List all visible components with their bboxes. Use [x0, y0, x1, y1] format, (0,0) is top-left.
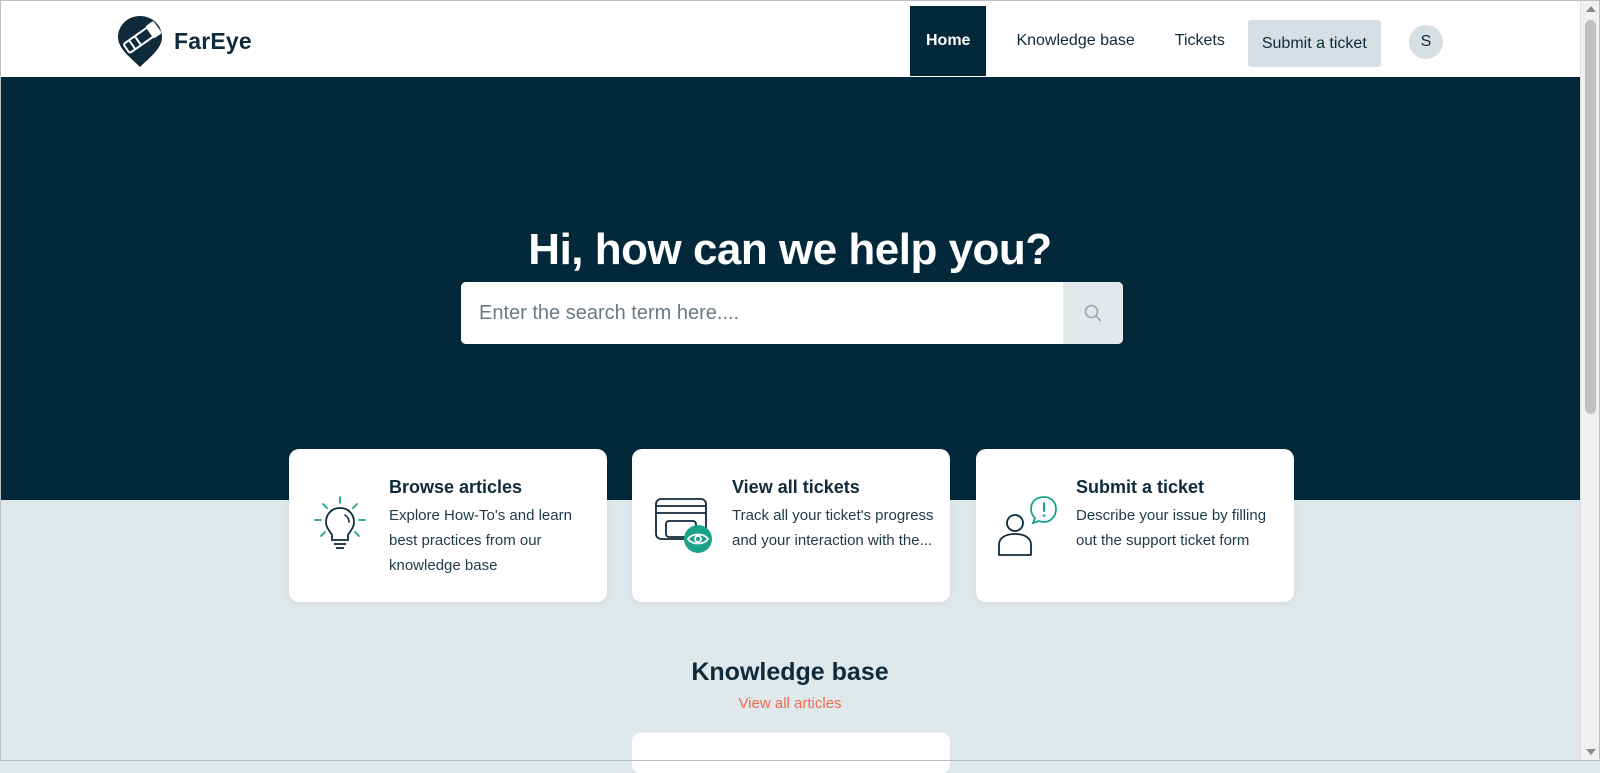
- top-header: FarEye Home Knowledge base Tickets Submi…: [0, 0, 1580, 78]
- tickets-eye-icon: [655, 498, 712, 553]
- nav-home[interactable]: Home: [910, 6, 987, 76]
- search-button[interactable]: [1063, 282, 1123, 344]
- card-submit-ticket[interactable]: Submit a ticket Describe your issue by f…: [976, 449, 1294, 602]
- nav-knowledge-base[interactable]: Knowledge base: [996, 6, 1154, 76]
- card-view-tickets[interactable]: View all tickets Track all your ticket's…: [632, 449, 950, 602]
- scrollbar-thumb[interactable]: [1585, 20, 1596, 414]
- brand-logo[interactable]: FarEye: [116, 14, 252, 68]
- view-all-articles-link[interactable]: View all articles: [0, 695, 1580, 712]
- hero-section: Hi, how can we help you?: [0, 77, 1580, 500]
- card-title: View all tickets: [732, 477, 860, 497]
- search-box: [461, 282, 1123, 344]
- card-description: Track all your ticket's progress and you…: [732, 507, 934, 549]
- hero-title: Hi, how can we help you?: [528, 225, 1052, 274]
- main-nav: Home Knowledge base Tickets Submit a tic…: [910, 6, 1381, 76]
- nav-tickets[interactable]: Tickets: [1155, 6, 1245, 76]
- card-description: Explore How-To's and learn best practice…: [389, 507, 572, 574]
- brand-name: FarEye: [174, 27, 252, 54]
- card-title: Submit a ticket: [1076, 477, 1205, 497]
- card-browse-articles[interactable]: Browse articles Explore How-To's and lea…: [289, 449, 607, 602]
- person-alert-icon: [998, 496, 1057, 556]
- search-input[interactable]: [461, 282, 1063, 344]
- page-scrollbar[interactable]: [1580, 0, 1600, 761]
- knowledge-base-heading: Knowledge base: [691, 658, 889, 686]
- scroll-up-icon[interactable]: [1586, 6, 1596, 12]
- card-title: Browse articles: [389, 477, 523, 497]
- knowledge-base-card[interactable]: [632, 733, 950, 773]
- user-avatar[interactable]: S: [1409, 25, 1443, 59]
- search-icon: [1084, 304, 1102, 322]
- submit-ticket-button[interactable]: Submit a ticket: [1247, 20, 1381, 67]
- fareye-logo-icon: [118, 16, 162, 67]
- card-description: Describe your issue by filling out the s…: [1076, 507, 1267, 549]
- lightbulb-icon: [314, 496, 366, 549]
- scroll-down-icon[interactable]: [1586, 749, 1596, 755]
